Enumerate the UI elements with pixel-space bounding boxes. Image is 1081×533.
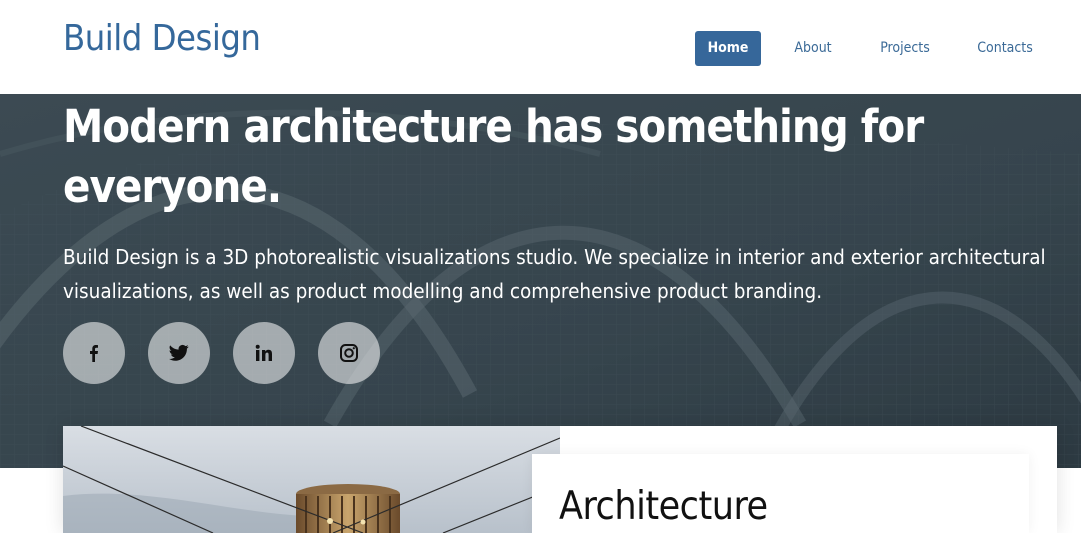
facebook-button[interactable] (63, 322, 125, 384)
architecture-image (63, 426, 560, 533)
feature-title: Architecture (559, 484, 768, 529)
twitter-icon (169, 344, 189, 361)
hero-title: Modern architecture has something for ev… (63, 100, 924, 213)
site-logo[interactable]: Build Design (63, 17, 261, 61)
feature-text-panel: Architecture (532, 454, 1029, 533)
hero-section: Modern architecture has something for ev… (0, 94, 1081, 468)
architecture-photo (63, 426, 560, 533)
linkedin-button[interactable] (233, 322, 295, 384)
nav-home[interactable]: Home (695, 31, 761, 66)
site-header: Build Design Home About Projects Contact… (0, 0, 1081, 94)
hero-description: Build Design is a 3D photorealistic visu… (63, 245, 1046, 303)
instagram-button[interactable] (318, 322, 380, 384)
nav-about[interactable]: About (791, 31, 835, 66)
nav-contacts[interactable]: Contacts (976, 31, 1034, 66)
twitter-button[interactable] (148, 322, 210, 384)
facebook-icon (90, 345, 98, 362)
instagram-icon (340, 344, 358, 362)
nav-projects[interactable]: Projects (877, 31, 933, 66)
linkedin-icon (255, 344, 272, 361)
